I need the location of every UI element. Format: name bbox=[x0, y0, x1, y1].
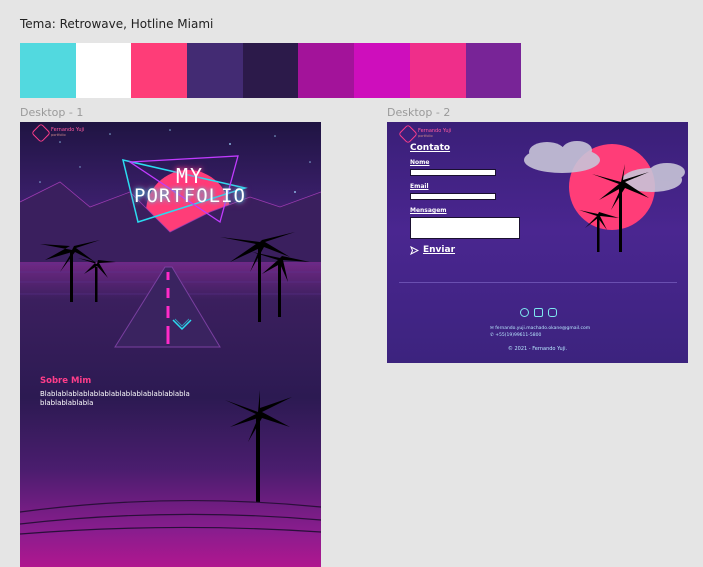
instagram-icon[interactable] bbox=[548, 308, 557, 317]
footer-phone: ✆ +55(19)99611-5800 bbox=[490, 333, 542, 338]
palette-swatch bbox=[20, 43, 76, 98]
palette-swatch bbox=[75, 43, 132, 98]
color-palette bbox=[20, 43, 522, 98]
palette-swatch bbox=[131, 43, 188, 98]
hero-title-line2: PORTFOLIO bbox=[134, 185, 246, 207]
divider bbox=[399, 282, 677, 283]
frame-label-desktop-2: Desktop - 2 bbox=[387, 106, 451, 119]
send-icon bbox=[410, 245, 419, 255]
about-text: Blablablablablablablablablablablablablab… bbox=[40, 390, 190, 407]
palm-tree-lower bbox=[225, 390, 292, 502]
desktop-1-frame: Fernando Yuji portfolio MY PORTFOLIO Sob… bbox=[20, 122, 321, 567]
logo[interactable]: Fernando Yuji portfolio bbox=[31, 123, 84, 143]
logo-hex-icon bbox=[398, 124, 418, 144]
hero-title: MY PORTFOLIO bbox=[115, 166, 265, 207]
palette-swatch bbox=[242, 43, 299, 98]
linkedin-icon[interactable] bbox=[534, 308, 543, 317]
email-input[interactable] bbox=[410, 193, 496, 200]
palette-swatch bbox=[354, 43, 410, 98]
email-label: Email bbox=[410, 183, 429, 190]
palette-swatch bbox=[298, 43, 355, 98]
logo-hex-icon bbox=[31, 123, 51, 143]
about-title: Sobre Mim bbox=[40, 376, 92, 386]
logo[interactable]: Fernando Yuji portfolio bbox=[398, 124, 451, 144]
frame-label-desktop-1: Desktop - 1 bbox=[20, 106, 84, 119]
phone-icon: ✆ bbox=[490, 333, 494, 338]
desktop-2-frame: Fernando Yuji portfolio Contato Nome Ema… bbox=[387, 122, 688, 363]
theme-title: Tema: Retrowave, Hotline Miami bbox=[20, 17, 214, 31]
palette-swatch bbox=[409, 43, 466, 98]
github-icon[interactable] bbox=[520, 308, 529, 317]
logo-subtitle: portfolio bbox=[51, 132, 66, 137]
name-input[interactable] bbox=[410, 169, 496, 176]
palette-swatch bbox=[465, 43, 522, 98]
logo-subtitle: portfolio bbox=[418, 133, 433, 138]
footer-copyright: © 2021 - Fernando Yuji. bbox=[507, 346, 568, 352]
scroll-down-chevron-icon[interactable] bbox=[171, 318, 193, 332]
name-label: Nome bbox=[410, 159, 430, 166]
send-label: Enviar bbox=[423, 245, 456, 255]
message-label: Mensagem bbox=[410, 207, 447, 214]
contact-title: Contato bbox=[410, 143, 451, 153]
footer-email: ✉ fernando.yuji.machado.okane@gmail.com bbox=[490, 326, 591, 331]
send-button[interactable]: Enviar bbox=[410, 245, 455, 255]
hero-title-line1: MY bbox=[175, 164, 205, 188]
mail-icon: ✉ bbox=[490, 326, 494, 331]
palette-swatch bbox=[187, 43, 243, 98]
message-textarea[interactable] bbox=[410, 217, 520, 239]
social-links bbox=[520, 308, 557, 317]
